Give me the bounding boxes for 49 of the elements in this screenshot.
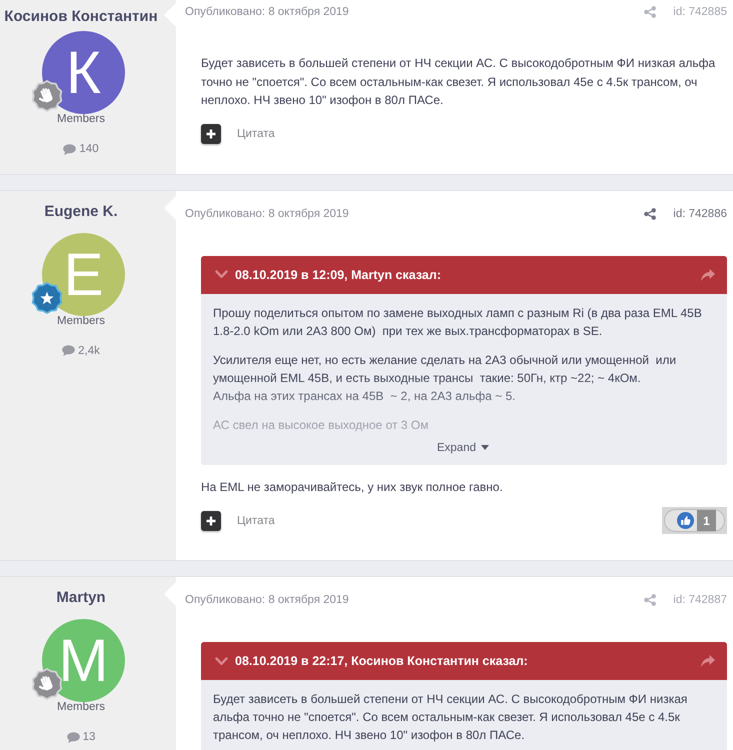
member-group: Members — [57, 112, 105, 126]
quote-button[interactable]: Цитата — [237, 514, 275, 526]
share-icon[interactable] — [644, 6, 656, 18]
share-icon[interactable] — [644, 594, 656, 606]
quote-button[interactable]: Цитата — [237, 128, 275, 140]
quote-citation: 08.10.2019 в 12:09, Martyn сказал: — [235, 268, 442, 282]
multiquote-button[interactable] — [201, 124, 221, 144]
letter-avatar[interactable]: M — [42, 619, 125, 702]
multiquote-button[interactable] — [201, 510, 221, 530]
comment-icon — [62, 345, 76, 356]
post-date: Опубликовано: 8 октября 2019 — [185, 593, 350, 608]
star-badge-icon — [31, 282, 63, 314]
curved-arrow-icon[interactable] — [701, 268, 715, 280]
comment-icon — [66, 732, 80, 742]
hand-badge-icon — [31, 668, 63, 700]
member-group: Members — [57, 700, 105, 714]
chevron-icon[interactable] — [215, 270, 228, 279]
post-text: Будет зависеть в большей степени от НЧ секции АС. С высокодобротным ФИ низкая альфа точно не "споется". Со всем остальным-как свезет. Я использовал 45е с 4.5к трансом, оч неплохо. НЧ звено 10" изофон в 80л ПАСе. — [201, 55, 716, 109]
plus-icon — [206, 129, 216, 139]
quote-paragraph: Будет зависеть в большей степени от НЧ секции АС. С высокодобротным ФИ низкая альфа точно не "споется". Со всем остальным-как свезет. Я использовал 45е с 4.5к трансом, оч неплохо. НЧ звено 10" изофон в 80л ПАСе. — [213, 691, 688, 744]
curved-arrow-icon[interactable] — [701, 655, 715, 667]
post-id[interactable]: id: 742885 — [673, 4, 727, 20]
quote-paragraph: Прошу поделиться опытом по замене выходных ламп с разным Ri (в два раза EML 45В 1.8-2.0 kOm или 2А3 800 Ом) при тех же вых.трансформаторах в SE. — [213, 304, 703, 340]
hand-badge-icon — [31, 80, 63, 112]
post-id[interactable]: id: 742887 — [673, 592, 727, 608]
letter-avatar[interactable]: К — [42, 31, 125, 114]
post-date: Опубликовано: 8 октября 2019 — [185, 206, 350, 222]
caret-icon — [481, 445, 489, 450]
member-group: Members — [57, 314, 105, 328]
share-icon[interactable] — [644, 208, 656, 220]
post-date: Опубликовано: 8 октября 2019 — [185, 5, 350, 20]
post-count: 13 — [82, 730, 96, 744]
quote-paragraph: АС свел на высокое выходное от 3 Ом — [213, 416, 430, 434]
quote-paragraph: Усилителя еще нет, но есть желание сделать на 2А3 обычной или умощенной или умощенной EML 45В, и есть выходные трансы такие: 50Гн, ктр ~22; ~ 4кОм. Альфа на этих трансах на 45В ~ 2, на 2А3 альфа ~ 5. — [213, 352, 678, 404]
comment-icon — [63, 144, 76, 154]
author-name[interactable]: Eugene K. — [44, 202, 118, 220]
post-count: 140 — [79, 142, 99, 156]
author-name[interactable]: Martyn — [56, 589, 106, 607]
expand-button[interactable]: Expand — [436, 440, 489, 456]
quote-citation: 08.10.2019 в 22:17, Косинов Константин сказал: — [235, 654, 529, 668]
letter-avatar[interactable]: E — [42, 232, 125, 316]
post-count: 2,4k — [78, 344, 100, 358]
plus-icon — [206, 516, 216, 526]
reaction-button[interactable]: 1 — [664, 509, 725, 532]
chevron-icon[interactable] — [215, 656, 228, 666]
thumbs-up-icon — [677, 512, 694, 529]
post-id[interactable]: id: 742886 — [673, 206, 727, 222]
author-name[interactable]: Косинов Константин — [4, 8, 158, 26]
post-text: На EML не заморачивайтесь, у них звук полное гавно. — [201, 478, 504, 496]
